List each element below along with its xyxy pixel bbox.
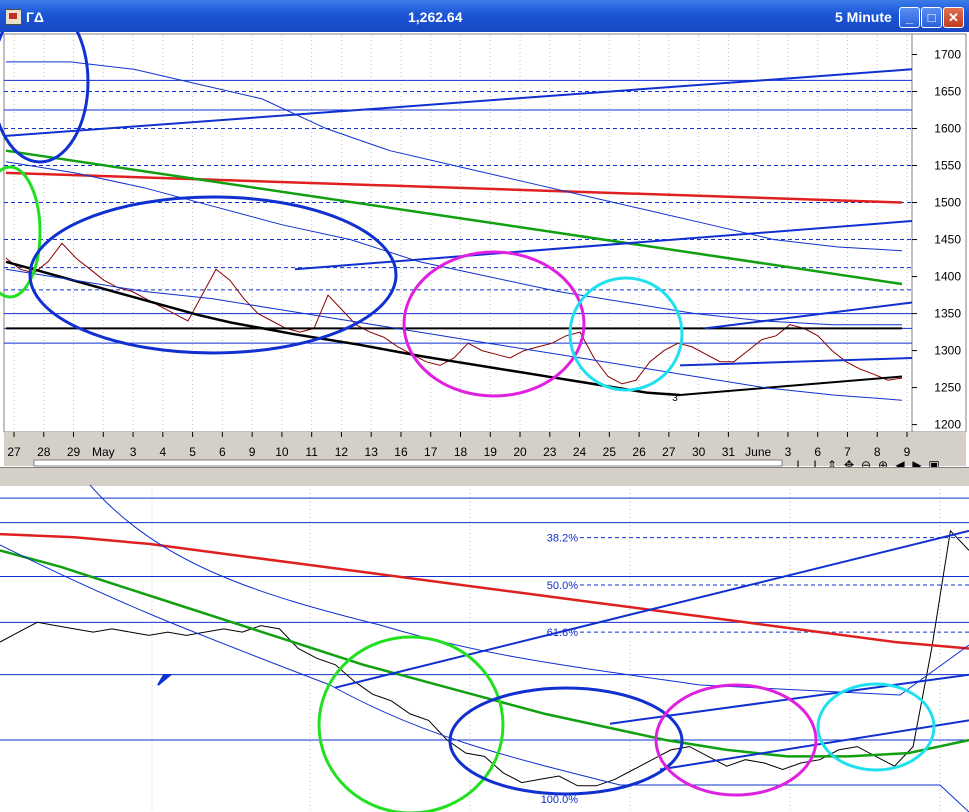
x-tick-label: 23 [543, 445, 557, 459]
x-tick-label: 3 [130, 445, 137, 459]
x-tick-label: 13 [365, 445, 379, 459]
minimize-icon: _ [905, 10, 914, 25]
title-bar[interactable]: ГΔ 1,262.64 5 Minute _ □ ✕ [0, 0, 969, 32]
x-tick-label: 19 [484, 445, 498, 459]
minimize-button[interactable]: _ [899, 7, 920, 28]
x-tick-label: 12 [335, 445, 349, 459]
x-tick-label: 20 [513, 445, 527, 459]
green-moving-average [0, 549, 969, 758]
x-tick-label: 6 [814, 445, 821, 459]
blue-envelope-upper [89, 485, 969, 696]
y-tick-label: 1700 [934, 48, 961, 62]
fibonacci-label: 50.0% [547, 580, 578, 592]
x-tick-label: 27 [662, 445, 676, 459]
bar-I-icon[interactable]: I [813, 458, 816, 467]
x-tick-label: June [745, 445, 771, 459]
x-tick-label: 28 [37, 445, 51, 459]
x-tick-label: 6 [219, 445, 226, 459]
x-tick-label: 25 [603, 445, 617, 459]
y-tick-label: 1350 [934, 307, 961, 321]
interval-label: 5 Minute [835, 9, 892, 25]
maximize-icon: □ [927, 10, 936, 25]
zoom-in-icon[interactable]: ⊕ [878, 458, 888, 467]
y-tick-label: 1650 [934, 85, 961, 99]
y-tick-label: 1450 [934, 233, 961, 247]
x-tick-label: 27 [7, 445, 21, 459]
x-tick-label: 5 [189, 445, 196, 459]
arrow-icon [157, 674, 173, 686]
scroll-right-icon[interactable]: ▶ [912, 458, 922, 467]
fibonacci-label: 38.2% [547, 533, 578, 545]
x-tick-label: May [92, 445, 115, 459]
blue-envelope-lower [0, 544, 969, 812]
x-tick-label: 17 [424, 445, 438, 459]
scroll-left-icon[interactable]: ◀ [895, 458, 905, 467]
y-tick-label: 1300 [934, 344, 961, 358]
close-icon: ✕ [948, 10, 959, 25]
fibonacci-label: 100.0% [541, 794, 579, 806]
x-tick-label: 4 [159, 445, 166, 459]
y-tick-label: 1550 [934, 159, 961, 173]
x-tick-label: 16 [394, 445, 408, 459]
horizontal-scrollbar [33, 459, 783, 467]
move-vertical-icon[interactable]: ⇕ [827, 458, 837, 467]
y-tick-label: 1500 [934, 196, 961, 210]
x-tick-label: 8 [874, 445, 881, 459]
price-label: 1,262.64 [408, 9, 463, 25]
ellipse-blue [448, 686, 684, 796]
bottom-chart[interactable]: 38.2%50.0%61.8%100.0% [0, 485, 969, 812]
y-tick-label: 1250 [934, 381, 961, 395]
y-tick-label: 1600 [934, 122, 961, 136]
move-all-icon[interactable]: ✥ [844, 458, 854, 467]
x-tick-label: 26 [632, 445, 646, 459]
x-tick-label: 10 [275, 445, 289, 459]
x-tick-label: 9 [249, 445, 256, 459]
zoom-out-icon[interactable]: ⊖ [861, 458, 871, 467]
window-bottom-frame [0, 467, 969, 486]
app-icon[interactable] [5, 9, 22, 25]
blue-channel-upper [334, 529, 969, 689]
save-icon[interactable]: ▣ [928, 458, 939, 467]
red-moving-average [0, 532, 969, 650]
plot-area [3, 33, 913, 433]
x-tick-label: 18 [454, 445, 468, 459]
x-tick-label: 30 [692, 445, 706, 459]
x-tick-label: 31 [722, 445, 736, 459]
x-tick-label: 9 [904, 445, 911, 459]
wave-label: 3 [672, 393, 678, 404]
x-tick-label: 24 [573, 445, 587, 459]
x-tick-label: 3 [785, 445, 792, 459]
top-chart[interactable]: 1200 1250 1300 1350 1400 1450 1500 1550 1600 1650… [0, 32, 969, 467]
maximize-button[interactable]: □ [921, 7, 942, 28]
x-tick-label: 7 [844, 445, 851, 459]
y-tick-label: 1400 [934, 270, 961, 284]
close-button[interactable]: ✕ [943, 7, 964, 28]
symbol-label: ГΔ [26, 9, 44, 25]
x-tick-label: 11 [305, 445, 318, 459]
y-tick-label: 1200 [934, 418, 961, 432]
x-tick-label: 29 [67, 445, 81, 459]
ellipse-green [317, 635, 505, 812]
text-I-icon[interactable]: I [796, 458, 799, 467]
